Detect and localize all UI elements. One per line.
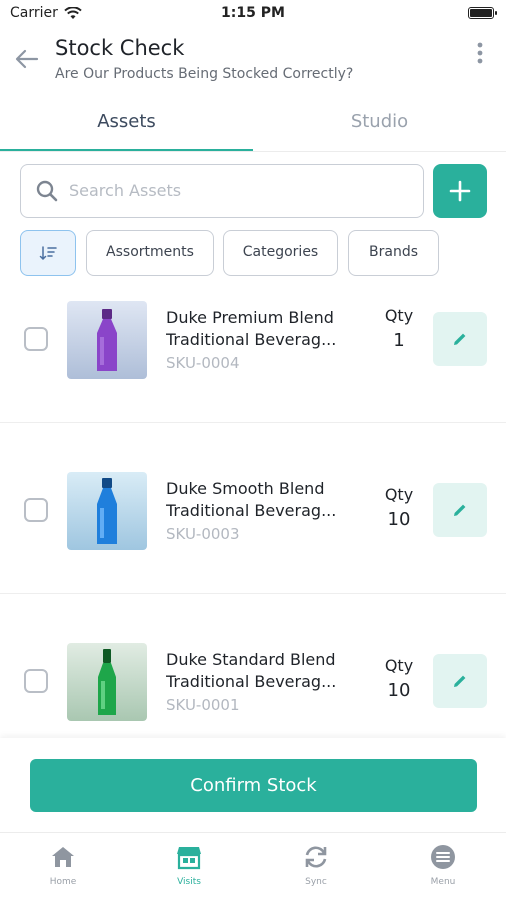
nav-sync[interactable]: Sync bbox=[253, 843, 379, 887]
filter-brands[interactable]: Brands bbox=[348, 230, 439, 276]
filter-categories[interactable]: Categories bbox=[223, 230, 338, 276]
divider bbox=[0, 151, 506, 152]
nav-menu[interactable]: Menu bbox=[380, 843, 506, 887]
product-description: Traditional Beverag... bbox=[166, 672, 337, 691]
qty-label: Qty bbox=[384, 656, 414, 675]
nav-visits[interactable]: Visits bbox=[126, 843, 252, 887]
qty-value: 10 bbox=[387, 680, 411, 701]
nav-label: Sync bbox=[305, 877, 327, 887]
product-description: Traditional Beverag... bbox=[166, 501, 337, 520]
nav-label: Menu bbox=[430, 877, 456, 887]
pencil-icon bbox=[454, 504, 466, 516]
tab-studio[interactable]: Studio bbox=[253, 100, 506, 152]
product-checkbox[interactable] bbox=[24, 327, 48, 351]
sort-button[interactable] bbox=[20, 230, 76, 276]
product-checkbox[interactable] bbox=[24, 498, 48, 522]
plus-icon bbox=[449, 180, 471, 202]
pencil-icon bbox=[454, 333, 466, 345]
product-row[interactable]: Duke Smooth Blend Traditional Beverag...… bbox=[0, 424, 506, 594]
product-sku: SKU-0004 bbox=[166, 354, 240, 372]
store-icon bbox=[177, 847, 201, 870]
filter-assortments[interactable]: Assortments bbox=[86, 230, 214, 276]
add-asset-button[interactable] bbox=[433, 164, 487, 218]
qty-value: 10 bbox=[387, 509, 411, 530]
edit-button[interactable] bbox=[433, 654, 487, 708]
nav-home[interactable]: Home bbox=[0, 843, 126, 887]
edit-button[interactable] bbox=[433, 312, 487, 366]
more-options-icon[interactable] bbox=[470, 40, 490, 66]
product-image bbox=[67, 643, 147, 721]
bottom-navigation: Home Visits Sync Menu bbox=[0, 832, 506, 900]
page-subtitle: Are Our Products Being Stocked Correctly… bbox=[55, 66, 354, 82]
page-header: Stock Check Are Our Products Being Stock… bbox=[0, 28, 506, 96]
product-row[interactable]: Duke Standard Blend Traditional Beverag.… bbox=[0, 595, 506, 738]
tab-assets[interactable]: Assets bbox=[0, 100, 253, 152]
confirm-stock-button[interactable]: Confirm Stock bbox=[30, 759, 477, 812]
product-image bbox=[67, 472, 147, 550]
search-input[interactable] bbox=[69, 165, 409, 216]
tab-bar: Assets Studio bbox=[0, 100, 506, 152]
product-name: Duke Premium Blend bbox=[166, 308, 334, 327]
qty-label: Qty bbox=[384, 485, 414, 504]
sort-icon bbox=[39, 246, 57, 261]
clock: 1:15 PM bbox=[221, 5, 285, 21]
filter-chips: Assortments Categories Brands bbox=[20, 230, 500, 276]
sync-icon bbox=[305, 846, 327, 868]
product-list: Duke Premium Blend Traditional Beverag..… bbox=[0, 286, 506, 738]
page-title: Stock Check bbox=[55, 36, 185, 60]
product-name: Duke Standard Blend bbox=[166, 650, 336, 669]
qty-value: 1 bbox=[393, 330, 405, 351]
search-icon bbox=[36, 180, 58, 202]
product-checkbox[interactable] bbox=[24, 669, 48, 693]
qty-label: Qty bbox=[384, 306, 414, 325]
status-bar: Carrier 1:15 PM bbox=[0, 0, 506, 28]
product-name: Duke Smooth Blend bbox=[166, 479, 325, 498]
home-icon bbox=[52, 847, 74, 867]
nav-label: Visits bbox=[177, 877, 201, 887]
product-description: Traditional Beverag... bbox=[166, 330, 337, 349]
product-row[interactable]: Duke Premium Blend Traditional Beverag..… bbox=[0, 286, 506, 423]
product-sku: SKU-0003 bbox=[166, 525, 240, 543]
nav-label: Home bbox=[49, 877, 77, 887]
menu-icon bbox=[431, 845, 455, 869]
battery-icon bbox=[468, 7, 497, 19]
back-arrow-icon[interactable] bbox=[12, 44, 42, 74]
product-image bbox=[67, 301, 147, 379]
pencil-icon bbox=[454, 675, 466, 687]
edit-button[interactable] bbox=[433, 483, 487, 537]
search-box bbox=[20, 164, 424, 218]
product-sku: SKU-0001 bbox=[166, 696, 240, 714]
